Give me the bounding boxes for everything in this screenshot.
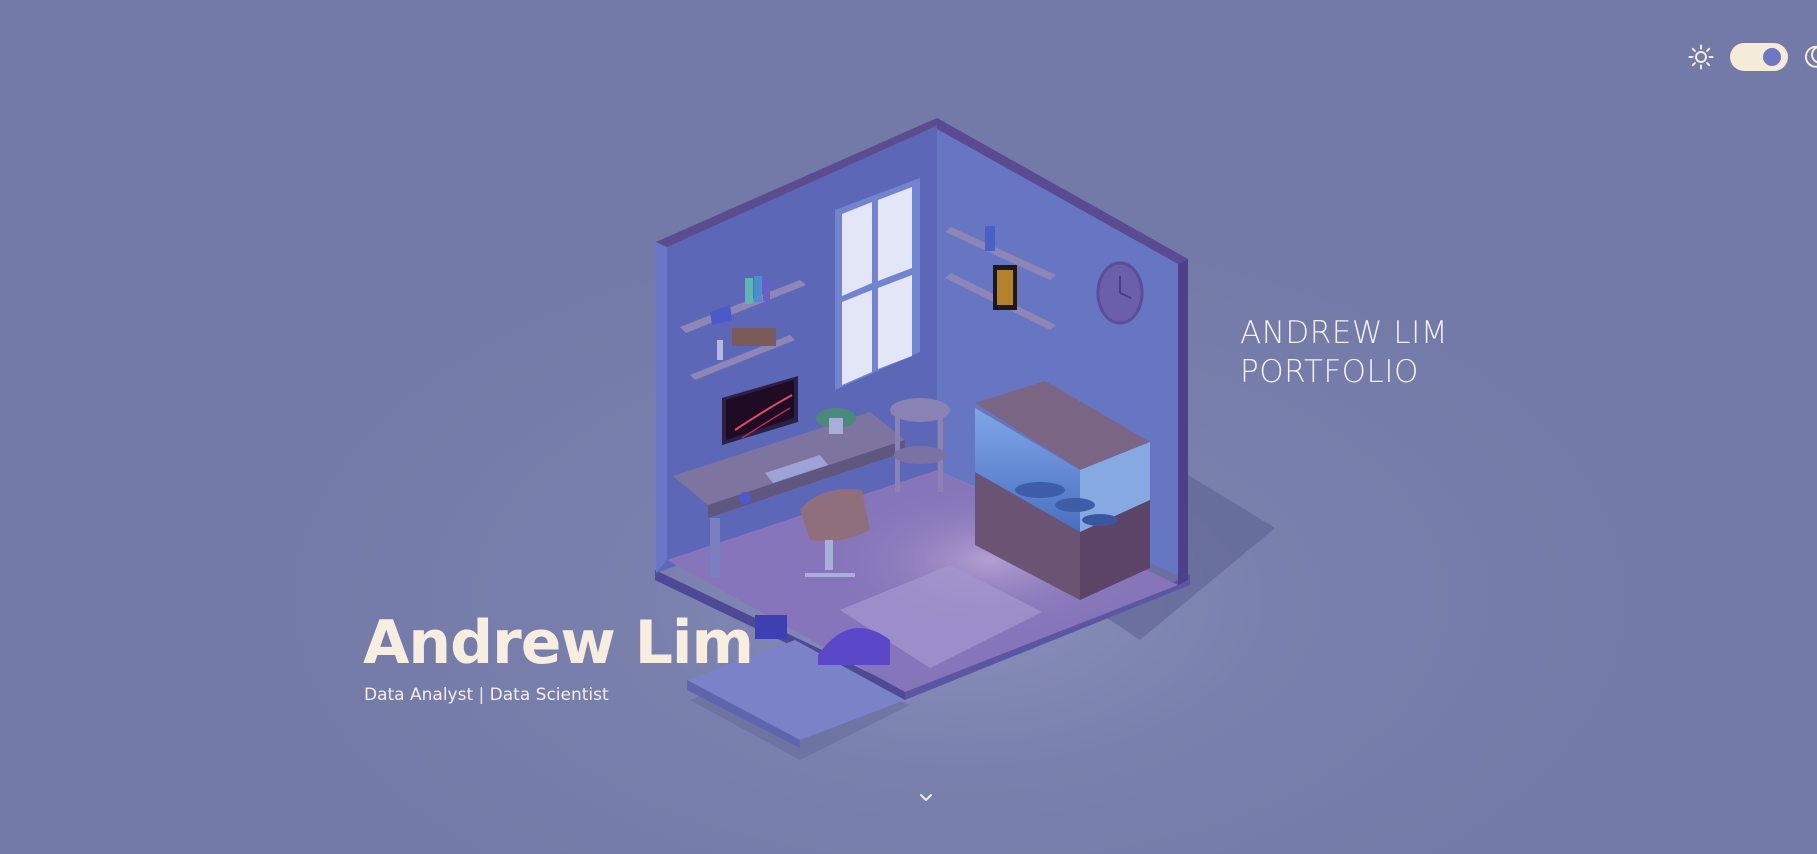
theme-switch[interactable] <box>1730 43 1788 71</box>
wall-clock <box>1096 261 1144 325</box>
theme-toggle[interactable] <box>1688 40 1817 74</box>
theme-switch-knob <box>1763 48 1781 66</box>
isometric-room-scene <box>655 118 1275 760</box>
chevron-down-icon[interactable] <box>915 790 937 806</box>
moon-icon[interactable] <box>1802 44 1817 70</box>
portfolio-title-line2: PORTFOLIO <box>1240 354 1419 390</box>
sun-icon[interactable] <box>1688 44 1714 70</box>
hero-subtitle: Data Analyst | Data Scientist <box>364 685 609 705</box>
portfolio-title-line1: ANDREW LIM <box>1240 315 1449 351</box>
portfolio-title: ANDREW LIM PORTFOLIO <box>1240 314 1448 392</box>
hero-name: Andrew Lim <box>363 608 754 678</box>
